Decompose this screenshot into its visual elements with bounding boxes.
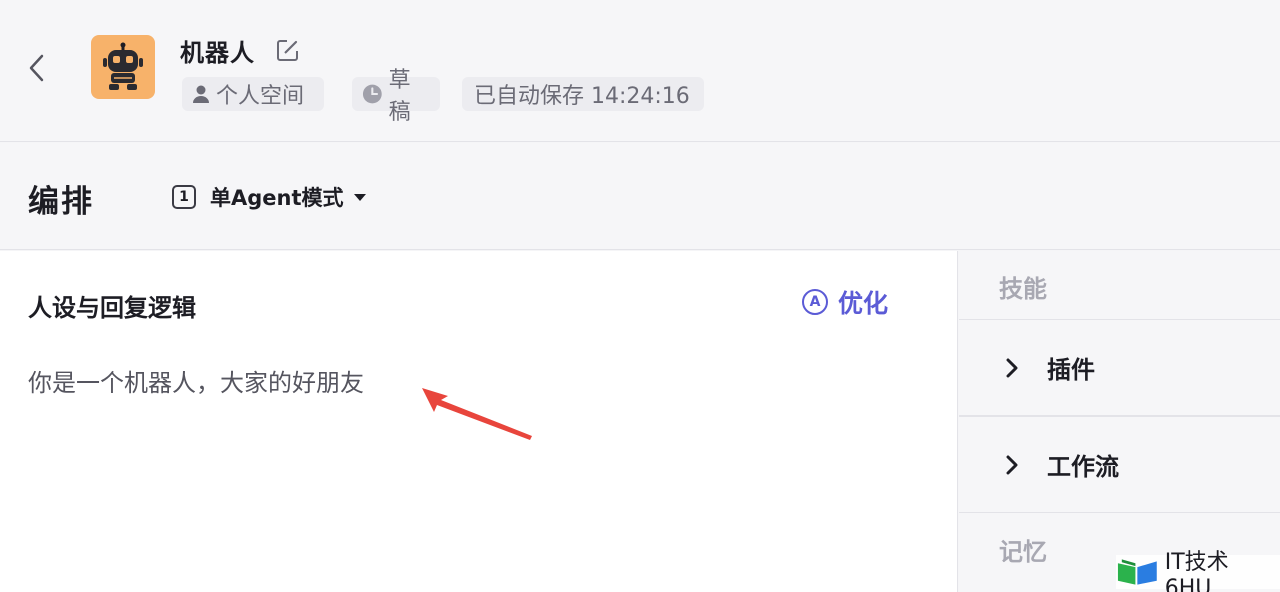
user-icon [193,85,209,103]
single-agent-icon: 1 [172,185,196,209]
persona-panel: 人设与回复逻辑 A 优化 你是一个机器人，大家的好朋友 [0,251,958,592]
annotation-arrow-icon [422,388,532,440]
caret-down-icon [353,193,366,201]
bot-title: 机器人 [180,39,255,67]
optimize-button[interactable]: A 优化 [802,285,888,319]
robot-icon [103,42,143,90]
autosave-label: 已自动保存 14:24:16 [474,84,690,109]
chevron-right-icon [1005,453,1021,477]
edit-icon [277,40,298,61]
workspace-chip: 个人空间 [182,77,324,111]
chevron-right-icon [1005,356,1021,380]
skills-label: 技能 [999,275,1047,303]
draft-label: 草稿 [388,68,411,125]
watermark-text: IT技术6HU [1164,549,1229,592]
plugins-label: 插件 [1047,356,1095,384]
agent-mode-label: 单Agent模式 [210,186,344,210]
watermark: IT技术6HU [1116,550,1280,592]
chevron-left-icon [29,54,44,82]
orchestration-title: 编排 [28,184,94,220]
optimize-icon: A [802,289,828,315]
optimize-label: 优化 [838,289,889,318]
agent-mode-dropdown[interactable]: 1 单Agent模式 [172,179,366,215]
clock-icon [362,84,382,104]
workflow-label: 工作流 [1047,453,1119,481]
plugins-row[interactable]: 插件 [959,319,1280,416]
app-header: 机器人 个人空间 草稿 已自动保存 14:24:16 [0,0,1280,142]
edit-title-button[interactable] [275,37,301,63]
workflow-row[interactable]: 工作流 [959,416,1280,513]
workspace-label: 个人空间 [216,84,305,109]
autosave-chip: 已自动保存 14:24:16 [462,77,704,111]
watermark-logo-icon [1117,559,1157,585]
skills-panel: 技能 插件 工作流 记忆 [959,251,1280,592]
orchestration-toolbar: 编排 1 单Agent模式 [0,143,1280,250]
draft-chip: 草稿 [352,68,440,125]
back-button[interactable] [22,50,50,86]
memory-label: 记忆 [999,538,1047,566]
bot-avatar[interactable] [91,35,155,99]
persona-prompt-text[interactable]: 你是一个机器人，大家的好朋友 [28,363,364,398]
persona-section-title: 人设与回复逻辑 [28,294,196,322]
